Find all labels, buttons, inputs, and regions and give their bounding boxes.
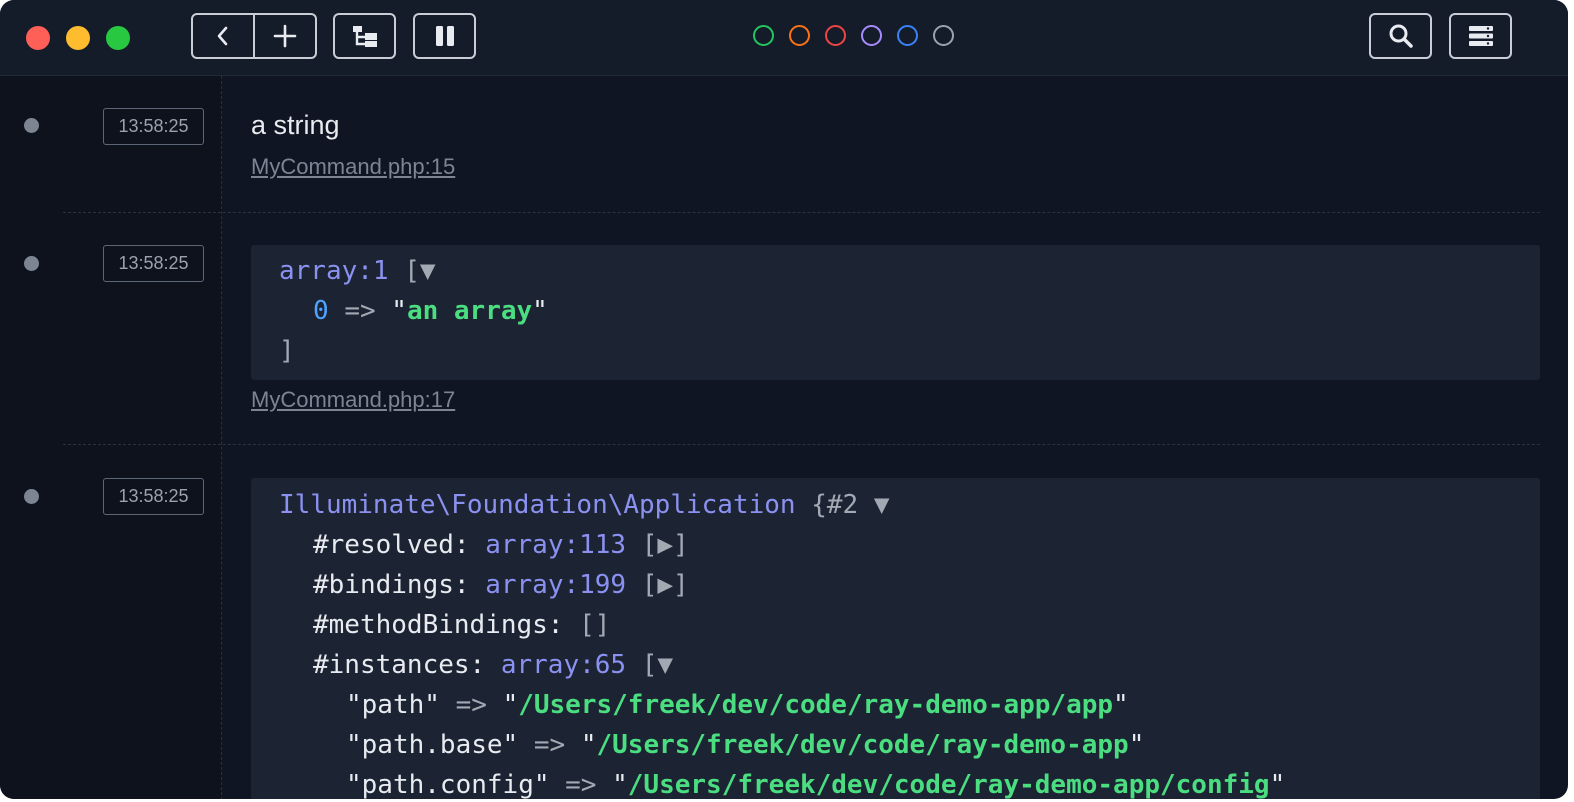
search-icon xyxy=(1389,24,1413,48)
titlebar xyxy=(0,0,1568,76)
color-filter-group xyxy=(753,25,954,46)
entry-text: a string xyxy=(251,110,340,140)
timeline-column xyxy=(0,76,222,799)
new-screen-button[interactable] xyxy=(255,15,315,57)
dump-line: "path" => "/Users/freek/dev/code/ray-dem… xyxy=(346,690,1129,720)
dump-line: ] xyxy=(279,331,295,371)
instance-key: path.config xyxy=(361,770,534,799)
property-name: #bindings: xyxy=(313,570,470,600)
array-type: array:1 xyxy=(279,256,389,286)
entry-timestamp: 13:58:25 xyxy=(103,108,204,145)
class-name: Illuminate\Foundation\Application xyxy=(279,490,796,520)
dump-line: "path.base" => "/Users/freek/dev/code/ra… xyxy=(346,730,1145,760)
entry-separator xyxy=(63,444,1540,445)
search-button[interactable] xyxy=(1369,13,1432,59)
instance-value: /Users/freek/dev/code/ray-demo-app xyxy=(596,730,1129,760)
entry-separator xyxy=(63,212,1540,213)
server-menu-icon xyxy=(1468,26,1493,46)
property-type: array:199 xyxy=(485,570,627,600)
close-window-button[interactable] xyxy=(26,26,50,50)
arrow: => xyxy=(565,770,597,799)
zoom-window-button[interactable] xyxy=(106,26,130,50)
chevron-left-icon xyxy=(217,26,228,46)
arrow: => xyxy=(344,296,376,326)
nav-button-group xyxy=(191,13,317,59)
object-ref: {#2 xyxy=(811,490,859,520)
array-index: 0 xyxy=(313,296,329,326)
log-list: 13:58:25 a string MyCommand.php:15 13:58… xyxy=(0,76,1568,799)
entry-source-link[interactable]: MyCommand.php:17 xyxy=(251,387,455,413)
property-type: array:65 xyxy=(500,650,627,680)
entry-bullet[interactable] xyxy=(24,118,39,133)
array-close: ] xyxy=(279,336,295,366)
server-menu-button[interactable] xyxy=(1449,13,1512,59)
dump-line: array:1 [▼ xyxy=(279,251,436,291)
entry-timestamp: 13:58:25 xyxy=(103,478,204,515)
expand-toggle[interactable]: [▶] xyxy=(642,570,689,600)
entry-bullet[interactable] xyxy=(24,256,39,271)
tree-view-button[interactable] xyxy=(333,13,396,59)
tree-icon xyxy=(352,26,377,47)
dump-block: array:1 [▼ 0 => "an array" ] xyxy=(251,245,1540,380)
property-name: #resolved: xyxy=(313,530,470,560)
color-filter-purple[interactable] xyxy=(861,25,882,46)
pause-button[interactable] xyxy=(413,13,476,59)
arrow: => xyxy=(455,690,487,720)
color-filter-blue[interactable] xyxy=(897,25,918,46)
property-name: #methodBindings: xyxy=(313,610,564,640)
property-type: array:113 xyxy=(485,530,627,560)
dump-line: #methodBindings: [] xyxy=(313,605,610,645)
dump-line: #bindings: array:199 [▶] xyxy=(313,565,689,605)
color-filter-green[interactable] xyxy=(753,25,774,46)
expand-toggle[interactable]: [▼ xyxy=(642,650,673,680)
plus-icon xyxy=(273,24,297,48)
color-filter-red[interactable] xyxy=(825,25,846,46)
dump-line: "path.config" => "/Users/freek/dev/code/… xyxy=(346,770,1286,799)
dump-line: #resolved: array:113 [▶] xyxy=(313,525,689,565)
array-toggle[interactable]: [▼ xyxy=(404,256,435,286)
color-filter-orange[interactable] xyxy=(789,25,810,46)
expand-toggle[interactable]: ▼ xyxy=(874,490,890,520)
dump-line: 0 => "an array" xyxy=(313,296,548,326)
dump-block: Illuminate\Foundation\Application {#2 ▼ … xyxy=(251,478,1540,799)
entry-bullet[interactable] xyxy=(24,489,39,504)
instance-key: path xyxy=(361,690,425,720)
instance-key: path.base xyxy=(361,730,503,760)
app-window: 13:58:25 a string MyCommand.php:15 13:58… xyxy=(0,0,1568,799)
empty-array: [] xyxy=(579,610,611,640)
instance-value: /Users/freek/dev/code/ray-demo-app/confi… xyxy=(627,770,1270,799)
expand-toggle[interactable]: [▶] xyxy=(642,530,689,560)
property-name: #instances: xyxy=(313,650,486,680)
array-value: an array xyxy=(406,296,533,326)
entry-timestamp: 13:58:25 xyxy=(103,245,204,282)
back-button[interactable] xyxy=(193,15,253,57)
arrow: => xyxy=(533,730,566,760)
dump-line: Illuminate\Foundation\Application {#2 ▼ xyxy=(279,485,890,525)
dump-line: #instances: array:65 [▼ xyxy=(313,645,673,685)
instance-value: /Users/freek/dev/code/ray-demo-app/app xyxy=(518,690,1114,720)
pause-icon xyxy=(435,26,454,46)
entry-source-link[interactable]: MyCommand.php:15 xyxy=(251,154,455,180)
minimize-window-button[interactable] xyxy=(66,26,90,50)
color-filter-gray[interactable] xyxy=(933,25,954,46)
